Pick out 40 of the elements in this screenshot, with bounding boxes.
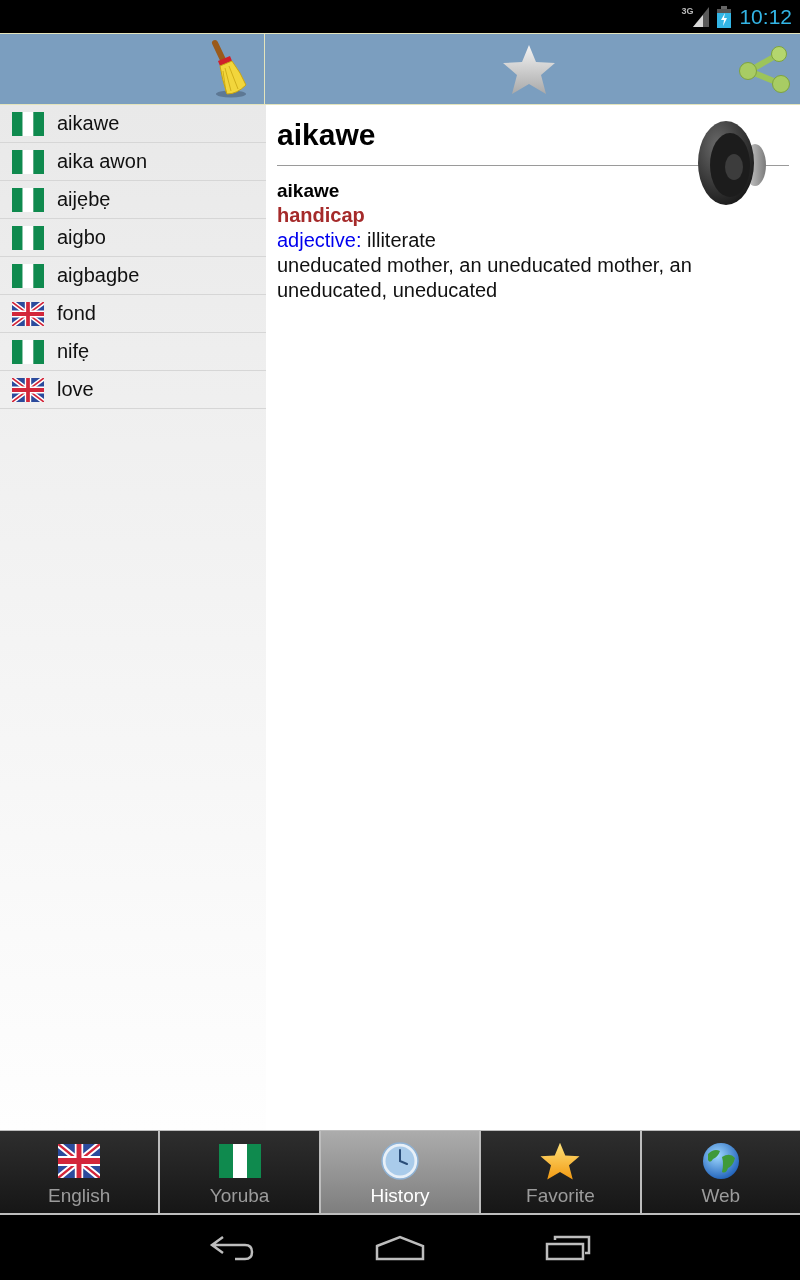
history-item[interactable]: aijẹbẹ	[0, 181, 266, 219]
entry-title: aikawe	[277, 117, 377, 153]
nigeria-flag-icon	[218, 1144, 261, 1178]
tab[interactable]: Web	[641, 1131, 800, 1213]
translation-text: handicap	[277, 203, 366, 228]
history-item[interactable]: love	[0, 371, 266, 409]
speaker-icon[interactable]	[697, 120, 769, 206]
nigeria-flag-icon	[12, 263, 44, 288]
history-item[interactable]: aigbagbe	[0, 257, 266, 295]
clock-time: 10:12	[739, 6, 792, 27]
examples-text: uneducated mother, an uneducated mother, an uneducated, uneducated	[277, 253, 693, 303]
globe-icon	[701, 1142, 740, 1180]
battery-icon	[717, 5, 732, 28]
network-type-label: 3G	[681, 6, 694, 16]
uk-flag-icon	[58, 1144, 101, 1178]
uk-flag-icon	[12, 377, 44, 402]
part-of-speech: adjective:	[277, 229, 362, 251]
uk-flag-icon	[12, 301, 44, 326]
history-item[interactable]: fond	[0, 295, 266, 333]
nigeria-flag-icon	[12, 225, 44, 250]
star-icon	[539, 1141, 582, 1181]
entry-headword: aikawe	[277, 179, 341, 203]
tab[interactable]: Favorite	[481, 1131, 640, 1213]
home-icon[interactable]	[375, 1234, 425, 1261]
meaning-text: illiterate	[367, 229, 436, 251]
back-icon[interactable]	[209, 1234, 255, 1261]
history-item[interactable]: aika awon	[0, 143, 266, 181]
clock-icon	[381, 1142, 419, 1180]
history-item[interactable]: aigbo	[0, 219, 266, 257]
tab[interactable]: English	[0, 1131, 159, 1213]
history-item[interactable]: aikawe	[0, 105, 266, 143]
tab[interactable]: Yoruba	[160, 1131, 319, 1213]
recent-apps-icon[interactable]	[545, 1234, 591, 1261]
tab[interactable]: History	[320, 1131, 480, 1213]
nigeria-flag-icon	[12, 111, 44, 136]
nigeria-flag-icon	[12, 149, 44, 174]
nigeria-flag-icon	[12, 187, 44, 212]
nigeria-flag-icon	[12, 339, 44, 364]
history-item[interactable]: nifẹ	[0, 333, 266, 371]
signal-icon	[693, 6, 710, 27]
